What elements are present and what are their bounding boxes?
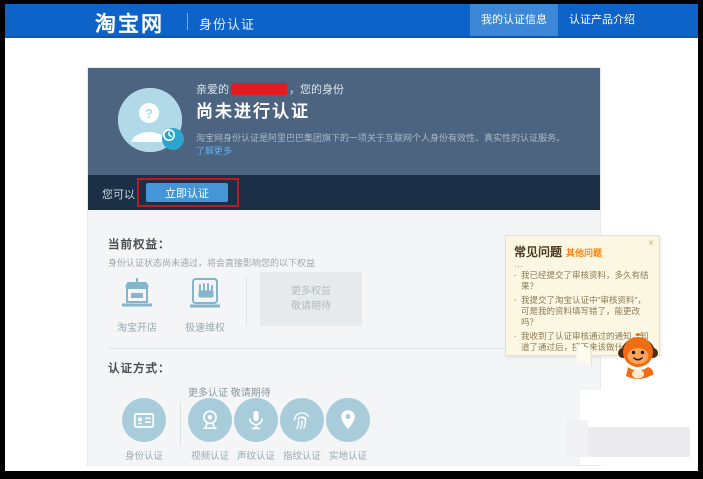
taobao-logo[interactable]: 淘宝网 xyxy=(95,8,164,38)
vertical-divider xyxy=(246,276,247,326)
location-pin-icon xyxy=(326,398,370,442)
vertical-divider xyxy=(180,402,181,446)
microphone-icon xyxy=(234,398,278,442)
close-icon[interactable]: × xyxy=(648,238,654,249)
gray-shape xyxy=(566,420,588,457)
fingerprint-icon xyxy=(280,398,324,442)
method-label: 指纹认证 xyxy=(278,448,326,462)
verification-status-title: 尚未进行认证 xyxy=(196,97,310,122)
clock-badge-icon xyxy=(162,128,184,150)
header-tabs: 我的认证信息 认证产品介绍 xyxy=(470,4,646,36)
page: 淘宝网 身份认证 我的认证信息 认证产品介绍 ? xyxy=(5,4,698,471)
learn-more-link[interactable]: 了解更多 xyxy=(196,146,232,156)
method-onsite[interactable]: 实地认证 xyxy=(324,398,372,462)
id-card-icon xyxy=(122,398,166,442)
top-navigation-bar: 淘宝网 身份认证 我的认证信息 认证产品介绍 xyxy=(5,4,698,38)
description-text: 淘宝网身份认证是阿里巴巴集团旗下的一项关于互联网个人身份有效性、真实性的认证服务… xyxy=(196,133,565,143)
faq-header: 常见问题其他问题 xyxy=(514,243,651,261)
methods-title: 认证方式： xyxy=(108,360,171,376)
faq-item[interactable]: 我提交了淘宝认证中"审核资料"，可是我的资料填写错了，能更改吗？ xyxy=(514,295,651,328)
method-label: 声纹认证 xyxy=(232,448,280,462)
redacted-username xyxy=(231,83,287,95)
method-voiceprint[interactable]: 声纹认证 xyxy=(232,398,280,462)
taobao-mascot-icon xyxy=(615,331,661,388)
webcam-icon xyxy=(188,398,232,442)
you-can-label: 您可以： xyxy=(102,186,146,202)
background-overlay-box xyxy=(580,390,698,465)
benefit-label: 极速维权 xyxy=(176,319,234,334)
svg-text:?: ? xyxy=(145,106,153,121)
more-methods-coming-soon: 更多认证 敬请期待 xyxy=(188,384,271,399)
current-benefits-subtitle: 身份认证状态尚未通过，将会直接影响您的以下权益 xyxy=(108,256,315,269)
faq-item[interactable]: 我已经提交了审核资料，多久有结果？ xyxy=(514,270,651,292)
method-label: 视频认证 xyxy=(186,448,234,462)
faq-other-questions-link[interactable]: 其他问题 xyxy=(566,248,602,258)
avatar: ? xyxy=(118,88,182,152)
greeting-line: 亲爱的 ，您的身份 xyxy=(196,81,344,97)
tab-my-certification-info[interactable]: 我的认证信息 xyxy=(470,4,558,36)
verify-now-button[interactable]: 立即认证 xyxy=(146,183,228,202)
logo-divider xyxy=(187,13,188,30)
greeting-suffix: ，您的身份 xyxy=(289,84,344,96)
method-video[interactable]: 视频认证 xyxy=(186,398,234,462)
fist-icon xyxy=(176,272,234,314)
tab-certification-products[interactable]: 认证产品介绍 xyxy=(558,4,646,36)
verification-description: 淘宝网身份认证是阿里巴巴集团旗下的一项关于互联网个人身份有效性、真实性的认证服务… xyxy=(196,131,576,157)
faq-ellipsis: … xyxy=(514,261,651,267)
action-bar: 您可以： 立即认证 xyxy=(88,175,600,210)
screenshot-frame: 淘宝网 身份认证 我的认证信息 认证产品介绍 ? xyxy=(0,0,703,479)
method-label: 实地认证 xyxy=(324,448,372,462)
more-benefits-line1: 更多权益 xyxy=(291,284,331,299)
more-benefits-line2: 敬请期待 xyxy=(291,299,331,314)
gray-shape xyxy=(588,427,690,457)
current-benefits-title: 当前权益： xyxy=(108,236,171,252)
benefit-open-shop[interactable]: 淘宝开店 xyxy=(108,272,166,334)
page-title: 身份认证 xyxy=(199,14,255,33)
benefit-rights-protection[interactable]: 极速维权 xyxy=(176,272,234,334)
method-fingerprint[interactable]: 指纹认证 xyxy=(278,398,326,462)
method-label: 身份认证 xyxy=(120,448,168,462)
greeting-prefix: 亲爱的 xyxy=(196,84,229,96)
status-banner: ? 亲爱的 ，您的身份 尚未进行认证 淘宝网身份认证是阿里巴巴集团旗下的一项关于互… xyxy=(88,68,600,175)
method-identity[interactable]: 身份认证 xyxy=(120,398,168,462)
faq-title: 常见问题 xyxy=(514,245,562,259)
benefit-label: 淘宝开店 xyxy=(108,319,166,334)
more-benefits-placeholder: 更多权益 敬请期待 xyxy=(260,272,362,326)
shop-icon xyxy=(108,272,166,314)
